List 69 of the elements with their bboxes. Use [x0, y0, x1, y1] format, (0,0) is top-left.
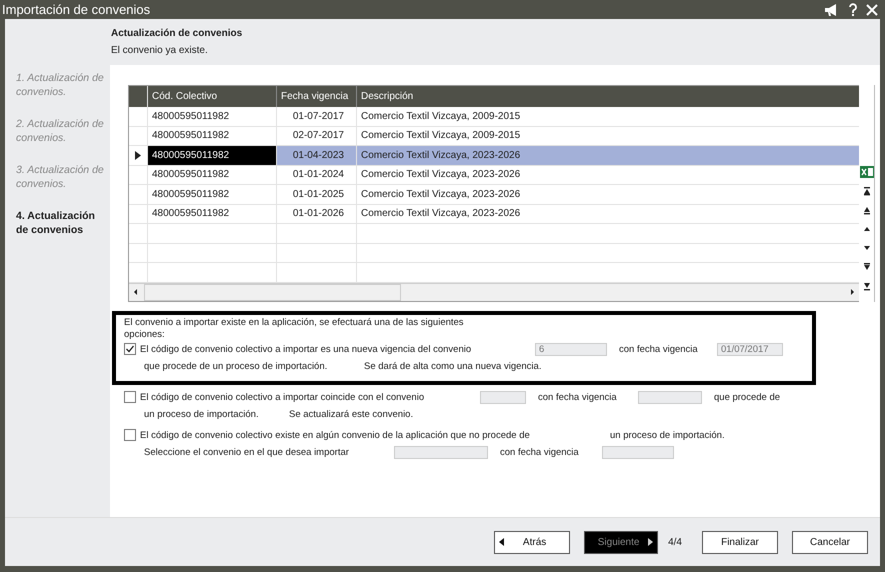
- option-checkbox[interactable]: [124, 429, 136, 441]
- scroll-left-icon[interactable]: [132, 288, 140, 296]
- table-cell-text: Comercio Textil Vizcaya, 2009-2015: [360, 110, 522, 124]
- table-cell: 01-04-2023: [277, 146, 357, 164]
- back-button[interactable]: Atrás: [494, 530, 570, 554]
- row-pointer-icon: [135, 150, 141, 160]
- table-row[interactable]: 48000595011982 01-01-2026 Comercio Textil Vizcaya, 2023-2026: [129, 204, 860, 224]
- wizard-step: 4. Actualización de convenios: [16, 209, 110, 237]
- table-cell: Comercio Textil Vizcaya, 2023-2026: [357, 146, 860, 164]
- option-text: Seleccione el convenio en el que desea importar: [144, 446, 350, 458]
- scroll-right-icon[interactable]: [848, 288, 856, 296]
- left-arrow-icon: [499, 538, 504, 546]
- option-text: Se dará de alta como una nueva vigencia.: [364, 360, 542, 372]
- wizard-step: 1. Actualización de convenios.: [16, 71, 110, 99]
- option-text: que procede de un proceso de importación.: [144, 360, 328, 372]
- option-text: un proceso de importación.: [144, 408, 260, 420]
- input-field[interactable]: 6: [535, 342, 607, 356]
- table-cell-text: Comercio Textil Vizcaya, 2009-2015: [360, 129, 522, 144]
- input-field[interactable]: [602, 446, 674, 458]
- table-row[interactable]: 48000595011982 01-01-2025 Comercio Textil Vizcaya, 2023-2026: [129, 185, 860, 204]
- column-header[interactable]: Fecha vigencia: [277, 86, 357, 107]
- table-cell: 48000595011982: [148, 107, 277, 126]
- option-checkbox[interactable]: [124, 343, 136, 355]
- input-field[interactable]: [638, 390, 702, 404]
- option-text: con fecha vigencia: [538, 392, 618, 402]
- input-field[interactable]: [394, 446, 488, 458]
- right-arrow-icon: [648, 538, 654, 546]
- table-cell-text: Comercio Textil Vizcaya, 2023-2026: [360, 188, 522, 202]
- table-cell: 48000595011982: [148, 185, 277, 204]
- column-header[interactable]: Descripción: [357, 86, 860, 107]
- table-cell: 01-01-2024: [277, 166, 357, 184]
- option-text: El código de convenio colectivo a importar es una nueva vigencia del convenio: [140, 344, 472, 354]
- table-row[interactable]: 48000595011982 01-04-2023 Comercio Textil Vizcaya, 2023-2026: [129, 146, 860, 166]
- options-intro: El convenio a importar existe en la aplicación, se efectuará una de las siguientes opciones:: [124, 316, 465, 340]
- horizontal-scrollbar[interactable]: [129, 282, 860, 300]
- table-cell: 48000595011982: [148, 146, 277, 164]
- table-cell: 48000595011982: [148, 204, 277, 223]
- cancel-button[interactable]: Cancelar: [792, 530, 868, 554]
- excel-icon[interactable]: [860, 165, 874, 179]
- table-cell: 02-07-2017: [277, 126, 357, 145]
- option-text: un proceso de importación.: [610, 430, 726, 440]
- table-cell: 48000595011982: [148, 126, 277, 145]
- option-text: Se actualizará este convenio.: [289, 408, 414, 420]
- finish-button[interactable]: Finalizar: [702, 530, 778, 554]
- wizard-step: 3. Actualización de convenios.: [16, 163, 110, 191]
- option-text: que procede de: [714, 392, 782, 402]
- close-icon[interactable]: [866, 4, 878, 16]
- option-text: con fecha vigencia: [500, 446, 580, 458]
- help-icon[interactable]: [848, 2, 858, 16]
- page-counter: 4/4: [668, 536, 682, 548]
- option-checkbox[interactable]: [124, 391, 136, 403]
- window-title: Importación de convenios: [2, 2, 150, 17]
- table-cell: 01-07-2017: [277, 107, 357, 126]
- input-field[interactable]: [480, 390, 526, 404]
- column-header[interactable]: Cód. Colectivo: [148, 86, 277, 107]
- table-cell: 48000595011982: [148, 166, 277, 184]
- option-text: El código de convenio colectivo existe en algún convenio de la aplicación que no procede de: [140, 430, 531, 440]
- table-cell-text: Comercio Textil Vizcaya, 2023-2026: [360, 168, 522, 182]
- table-row[interactable]: 48000595011982 01-07-2017 Comercio Textil Vizcaya, 2009-2015: [129, 107, 860, 126]
- wizard-step: 2. Actualización de convenios.: [16, 117, 110, 145]
- input-field[interactable]: 01/07/2017: [717, 342, 783, 356]
- page-subtitle: El convenio ya existe.: [111, 45, 209, 56]
- option-text: con fecha vigencia: [619, 344, 699, 354]
- table-cell-text: Comercio Textil Vizcaya, 2023-2026: [360, 207, 522, 222]
- table-row[interactable]: 48000595011982 01-01-2024 Comercio Textil Vizcaya, 2023-2026: [129, 166, 860, 185]
- table-cell: 01-01-2026: [277, 204, 357, 223]
- table-cell: 01-01-2025: [277, 185, 357, 204]
- option-text: El código de convenio colectivo a importar coincide con el convenio: [140, 392, 426, 402]
- page-title: Actualización de convenios: [111, 28, 244, 39]
